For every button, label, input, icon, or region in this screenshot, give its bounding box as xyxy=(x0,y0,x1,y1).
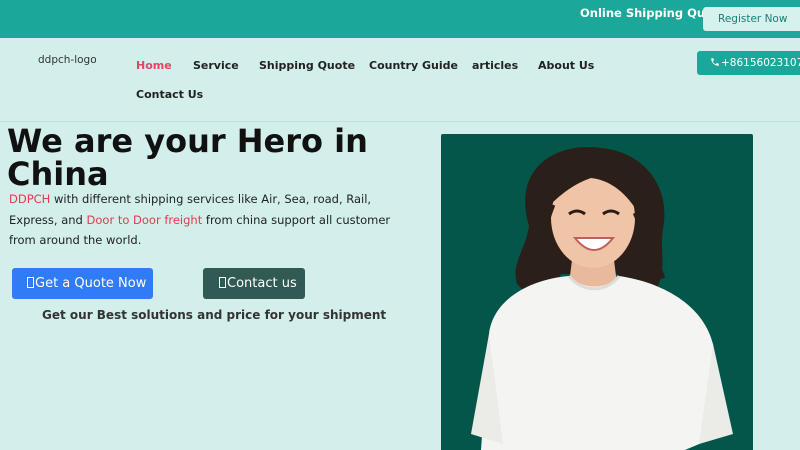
logo[interactable]: ddpch-logo xyxy=(38,54,97,66)
site-header: ddpch-logo Home Service Shipping Quote C… xyxy=(0,38,800,122)
get-quote-button[interactable]: Get a Quote Now xyxy=(12,268,153,299)
contact-us-label: Contact us xyxy=(227,276,297,291)
nav-item-home[interactable]: Home xyxy=(136,59,172,72)
nav-item-articles[interactable]: articles xyxy=(472,59,518,72)
nav-item-service[interactable]: Service xyxy=(193,59,239,72)
top-bar: Online Shipping Quote Register Now xyxy=(0,0,800,38)
hero-description: DDPCH with different shipping services l… xyxy=(9,189,409,251)
document-icon xyxy=(27,277,34,288)
document-icon xyxy=(219,277,226,288)
get-quote-label: Get a Quote Now xyxy=(35,276,147,291)
phone-icon xyxy=(710,51,720,75)
nav-item-about-us[interactable]: About Us xyxy=(538,59,594,72)
hero-subtitle: Get our Best solutions and price for you… xyxy=(42,308,387,322)
register-button[interactable]: Register Now xyxy=(703,7,800,31)
contact-us-button[interactable]: Contact us xyxy=(203,268,305,299)
smiling-woman-illustration xyxy=(471,147,733,450)
phone-button[interactable]: +8615602310707 xyxy=(697,51,800,75)
phone-number: +8615602310707 xyxy=(721,57,800,69)
hero-image xyxy=(441,134,753,450)
brand-link[interactable]: DDPCH xyxy=(9,192,50,206)
hero-title: We are your Hero in China xyxy=(7,122,368,193)
nav-item-country-guide[interactable]: Country Guide xyxy=(369,59,458,72)
nav-item-shipping-quote[interactable]: Shipping Quote xyxy=(259,59,355,72)
door-to-door-link[interactable]: Door to Door freight xyxy=(87,213,203,227)
nav-item-contact-us[interactable]: Contact Us xyxy=(136,88,203,101)
